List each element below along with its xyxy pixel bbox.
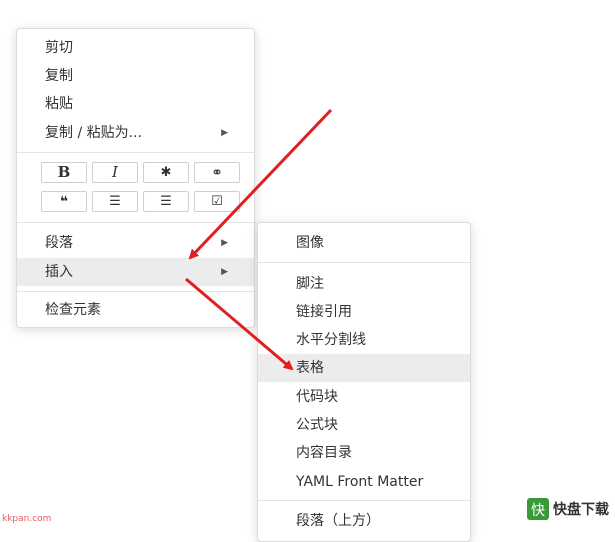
svg-text:快: 快: [531, 503, 545, 519]
watermark-text: kkpan.com: [2, 514, 52, 524]
watermark-logo: 快 快盘下载: [525, 494, 615, 530]
svg-text:快盘下载: 快盘下载: [553, 501, 609, 518]
annotation-arrow: [185, 277, 294, 371]
annotation-arrow: [188, 108, 333, 260]
annotation-arrows: [185, 108, 333, 371]
